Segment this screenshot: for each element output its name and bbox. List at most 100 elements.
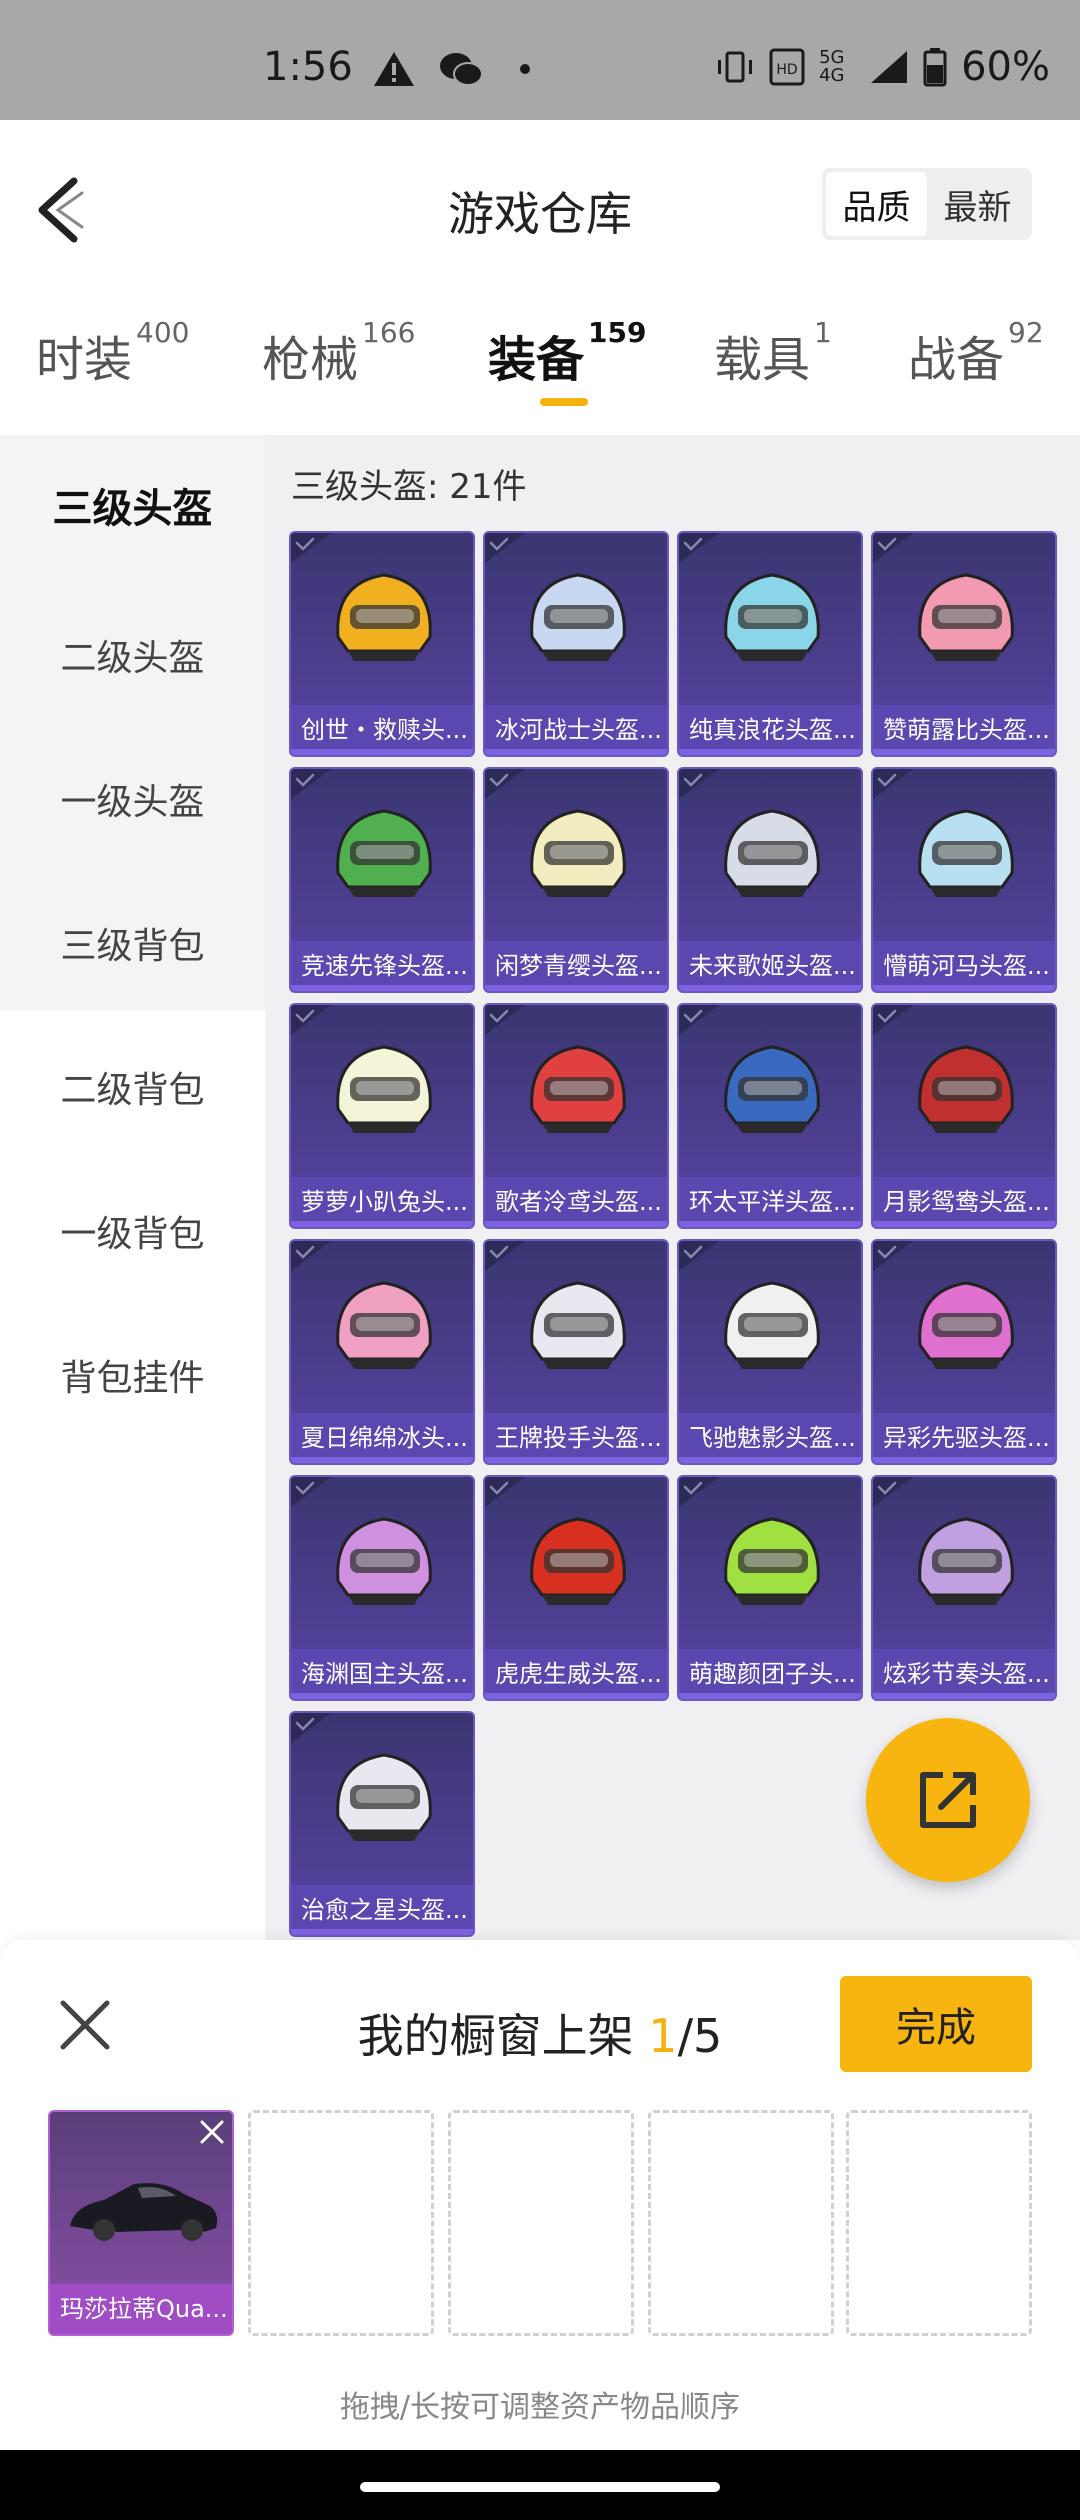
check-icon[interactable] [485, 533, 525, 563]
tab-vehicles[interactable]: 载具 1 [714, 316, 832, 390]
item-name: 竞速先锋头盔... [291, 941, 473, 991]
item-card[interactable]: 治愈之星头盔... [289, 1711, 475, 1937]
helmet-image [918, 1281, 1014, 1369]
helmet-image [336, 809, 432, 897]
active-tab-indicator [540, 398, 588, 406]
showcase-slot-1[interactable]: 玛莎拉蒂Qua... [48, 2110, 234, 2336]
item-card[interactable]: 异彩先驱头盔... [871, 1239, 1057, 1465]
helmet-image [724, 1281, 820, 1369]
helmet-image [918, 1045, 1014, 1133]
check-icon[interactable] [485, 1477, 525, 1507]
showcase-slot-5[interactable] [846, 2110, 1032, 2336]
check-icon[interactable] [291, 1477, 331, 1507]
tab-fashion[interactable]: 时装 400 [36, 316, 189, 390]
item-card[interactable]: 月影鸳鸯头盔... [871, 1003, 1057, 1229]
hd-icon: HD [769, 48, 805, 86]
check-icon[interactable] [291, 533, 331, 563]
item-name: 懵萌河马头盔... [873, 941, 1055, 991]
tab-weapons[interactable]: 枪械 166 [262, 316, 415, 390]
check-icon[interactable] [291, 769, 331, 799]
helmet-image [336, 573, 432, 661]
item-card[interactable]: 赞萌露比头盔... [871, 531, 1057, 757]
check-icon[interactable] [679, 1477, 719, 1507]
item-name: 王牌投手头盔... [485, 1413, 667, 1463]
showcase-slot-4[interactable] [648, 2110, 834, 2336]
done-button[interactable]: 完成 [840, 1976, 1032, 2072]
check-icon[interactable] [679, 533, 719, 563]
sidebar-item-lvl1-helmet[interactable]: 一级头盔 [0, 729, 265, 869]
item-card[interactable]: 萝萝小趴兔头... [289, 1003, 475, 1229]
item-card[interactable]: 创世・救赎头... [289, 531, 475, 757]
helmet-image [724, 573, 820, 661]
sort-toggle[interactable]: 品质 最新 [822, 168, 1032, 240]
helmet-image [530, 1517, 626, 1605]
item-name: 环太平洋头盔... [679, 1177, 861, 1227]
helmet-image [724, 809, 820, 897]
home-gesture-bar[interactable] [360, 2482, 720, 2492]
check-icon[interactable] [873, 1477, 913, 1507]
item-card[interactable]: 环太平洋头盔... [677, 1003, 863, 1229]
item-card[interactable]: 王牌投手头盔... [483, 1239, 669, 1465]
item-card[interactable]: 冰河战士头盔... [483, 531, 669, 757]
helmet-image [724, 1045, 820, 1133]
check-icon[interactable] [291, 1005, 331, 1035]
check-icon[interactable] [679, 1005, 719, 1035]
check-icon[interactable] [873, 1241, 913, 1271]
item-name: 歌者泠鸢头盔... [485, 1177, 667, 1227]
helmet-image [336, 1517, 432, 1605]
sidebar-item-lvl2-backpack[interactable]: 二级背包 [0, 1017, 265, 1157]
check-icon[interactable] [679, 1241, 719, 1271]
item-card[interactable]: 纯真浪花头盔... [677, 531, 863, 757]
check-icon[interactable] [291, 1241, 331, 1271]
sidebar-item-lvl3-backpack[interactable]: 三级背包 [0, 873, 265, 1013]
item-card[interactable]: 炫彩节奏头盔... [871, 1475, 1057, 1701]
check-icon[interactable] [485, 769, 525, 799]
sidebar-item-backpack-charm[interactable]: 背包挂件 [0, 1305, 265, 1445]
network-type: 5G 4G [819, 47, 845, 86]
item-name: 未来歌姬头盔... [679, 941, 861, 991]
item-grid-area: 三级头盔: 21件 创世・救赎头... 冰河战士头盔... 纯真浪花头盔... 赞萌露… [265, 435, 1080, 1940]
sidebar-item-lvl2-helmet[interactable]: 二级头盔 [0, 585, 265, 725]
battery-level: 60% [961, 44, 1050, 90]
item-name: 飞驰魅影头盔... [679, 1413, 861, 1463]
tab-equipment[interactable]: 装备 159 [488, 316, 646, 390]
check-icon[interactable] [485, 1005, 525, 1035]
remove-item-button[interactable] [198, 2118, 226, 2146]
item-name: 冰河战士头盔... [485, 705, 667, 755]
item-card[interactable]: 飞驰魅影头盔... [677, 1239, 863, 1465]
section-title: 三级头盔: 21件 [291, 467, 527, 507]
check-icon[interactable] [873, 769, 913, 799]
item-card[interactable]: 未来歌姬头盔... [677, 767, 863, 993]
sort-newest[interactable]: 最新 [927, 172, 1028, 236]
status-bar: 1:56 HD 5G 4G 60% [0, 0, 1080, 120]
item-card[interactable]: 海渊国主头盔... [289, 1475, 475, 1701]
share-button[interactable] [866, 1718, 1030, 1882]
item-card[interactable]: 闲梦青缨头盔... [483, 767, 669, 993]
app-header: 游戏仓库 品质 最新 [0, 120, 1080, 290]
check-icon[interactable] [873, 1005, 913, 1035]
check-icon[interactable] [873, 533, 913, 563]
item-card[interactable]: 懵萌河马头盔... [871, 767, 1057, 993]
showcase-slot-2[interactable] [248, 2110, 434, 2336]
helmet-image [530, 809, 626, 897]
item-name: 赞萌露比头盔... [873, 705, 1055, 755]
item-name: 虎虎生威头盔... [485, 1649, 667, 1699]
check-icon[interactable] [291, 1713, 331, 1743]
sidebar-item-lvl3-helmet[interactable]: 三级头盔 [0, 435, 265, 575]
showcase-slot-3[interactable] [448, 2110, 634, 2336]
item-card[interactable]: 歌者泠鸢头盔... [483, 1003, 669, 1229]
item-card[interactable]: 虎虎生威头盔... [483, 1475, 669, 1701]
item-card[interactable]: 萌趣颜团子头... [677, 1475, 863, 1701]
item-name: 海渊国主头盔... [291, 1649, 473, 1699]
check-icon[interactable] [679, 769, 719, 799]
item-card[interactable]: 竞速先锋头盔... [289, 767, 475, 993]
showcase-total-count: /5 [677, 2009, 723, 2063]
item-card[interactable]: 夏日绵绵冰头... [289, 1239, 475, 1465]
helmet-image [724, 1517, 820, 1605]
tab-supplies[interactable]: 战备 92 [908, 316, 1044, 390]
check-icon[interactable] [485, 1241, 525, 1271]
car-image [70, 2183, 218, 2241]
sort-quality[interactable]: 品质 [826, 172, 927, 236]
sidebar-item-lvl1-backpack[interactable]: 一级背包 [0, 1161, 265, 1301]
helmet-image [336, 1045, 432, 1133]
